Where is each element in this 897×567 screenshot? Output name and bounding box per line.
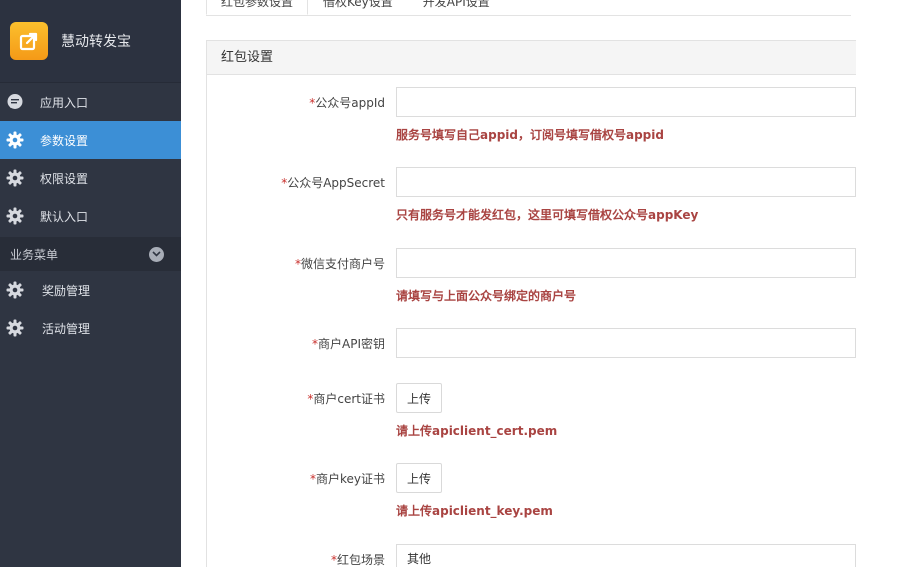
chevron-down-icon — [149, 246, 164, 262]
help-text: 请填写与上面公众号绑定的商户号 — [396, 289, 577, 303]
brand[interactable]: 慧动转发宝 — [0, 0, 181, 83]
gear-icon — [6, 169, 24, 187]
sidebar-item-default-entry[interactable]: 默认入口 — [0, 197, 181, 235]
tab-redpacket-params[interactable]: 红包参数设置 — [206, 0, 309, 15]
scene-select[interactable]: 其他 — [396, 544, 856, 567]
sidebar-item-app-entry[interactable]: 应用入口 — [0, 83, 181, 121]
sidebar-group-business[interactable]: 业务菜单 — [0, 237, 181, 271]
sidebar-item-rewards[interactable]: 奖励管理 — [0, 271, 181, 309]
field-label-text: 红包场景 — [336, 553, 385, 567]
sidebar-item-activities[interactable]: 活动管理 — [0, 309, 181, 347]
help-text: 请上传apiclient_key.pem — [396, 504, 553, 518]
main-content: 红包参数设置 借权Key设置 开发API设置 红包设置 *公众号appId 服务… — [181, 0, 897, 567]
sidebar-item-label: 应用入口 — [40, 95, 89, 110]
share-icon — [10, 22, 48, 60]
field-label: *公众号appId — [205, 94, 385, 111]
sidebar-item-permissions[interactable]: 权限设置 — [0, 159, 181, 197]
chat-bubble-icon — [6, 93, 24, 111]
field-label: *微信支付商户号 — [205, 255, 385, 272]
redpacket-settings-panel: 红包设置 *公众号appId 服务号填写自己appid，订阅号填写借权号appi… — [206, 40, 856, 567]
help-text: 请上传apiclient_cert.pem — [396, 424, 558, 438]
tab-dev-api[interactable]: 开发API设置 — [408, 0, 505, 15]
sidebar: 慧动转发宝 应用入口 参数设置 权限设置 默认入口 业务菜单 奖励管理 活动管理 — [0, 0, 181, 567]
field-label-text: 微信支付商户号 — [300, 257, 385, 271]
sidebar-item-params[interactable]: 参数设置 — [0, 121, 181, 159]
field-label-text: 商户API密钥 — [318, 337, 385, 351]
gear-icon — [6, 319, 24, 337]
help-text: 服务号填写自己appid，订阅号填写借权号appid — [396, 128, 664, 142]
tab-borrow-key[interactable]: 借权Key设置 — [308, 0, 408, 15]
help-text: 只有服务号才能发红包，这里可填写借权公众号appKey — [396, 208, 699, 222]
sidebar-item-label: 活动管理 — [42, 321, 91, 336]
field-label: *公众号AppSecret — [205, 174, 385, 191]
sidebar-group-label: 业务菜单 — [10, 247, 59, 262]
field-label-text: 公众号appId — [315, 96, 385, 110]
sidebar-item-label: 奖励管理 — [42, 283, 91, 298]
api-key-input[interactable] — [396, 328, 856, 358]
sidebar-item-label: 默认入口 — [40, 209, 89, 224]
merchant-id-input[interactable] — [396, 248, 856, 278]
field-label-text: 公众号AppSecret — [287, 176, 385, 190]
gear-icon — [6, 131, 24, 149]
sidebar-item-label: 权限设置 — [40, 171, 89, 186]
gear-icon — [6, 207, 24, 225]
field-label-text: 商户key证书 — [315, 472, 385, 486]
appsecret-input[interactable] — [396, 167, 856, 197]
appid-input[interactable] — [396, 87, 856, 117]
field-label-text: 商户cert证书 — [313, 392, 385, 406]
sidebar-item-label: 参数设置 — [40, 133, 89, 148]
field-label: *商户API密钥 — [205, 335, 385, 352]
field-label: *红包场景 — [205, 551, 385, 567]
gear-icon — [6, 281, 24, 299]
upload-key-button[interactable]: 上传 — [396, 463, 443, 493]
tab-bar: 红包参数设置 借权Key设置 开发API设置 — [206, 0, 851, 16]
upload-cert-button[interactable]: 上传 — [396, 383, 443, 413]
panel-title: 红包设置 — [207, 41, 856, 75]
brand-name: 慧动转发宝 — [61, 34, 131, 50]
field-label: *商户key证书 — [205, 470, 385, 487]
field-label: *商户cert证书 — [205, 390, 385, 407]
